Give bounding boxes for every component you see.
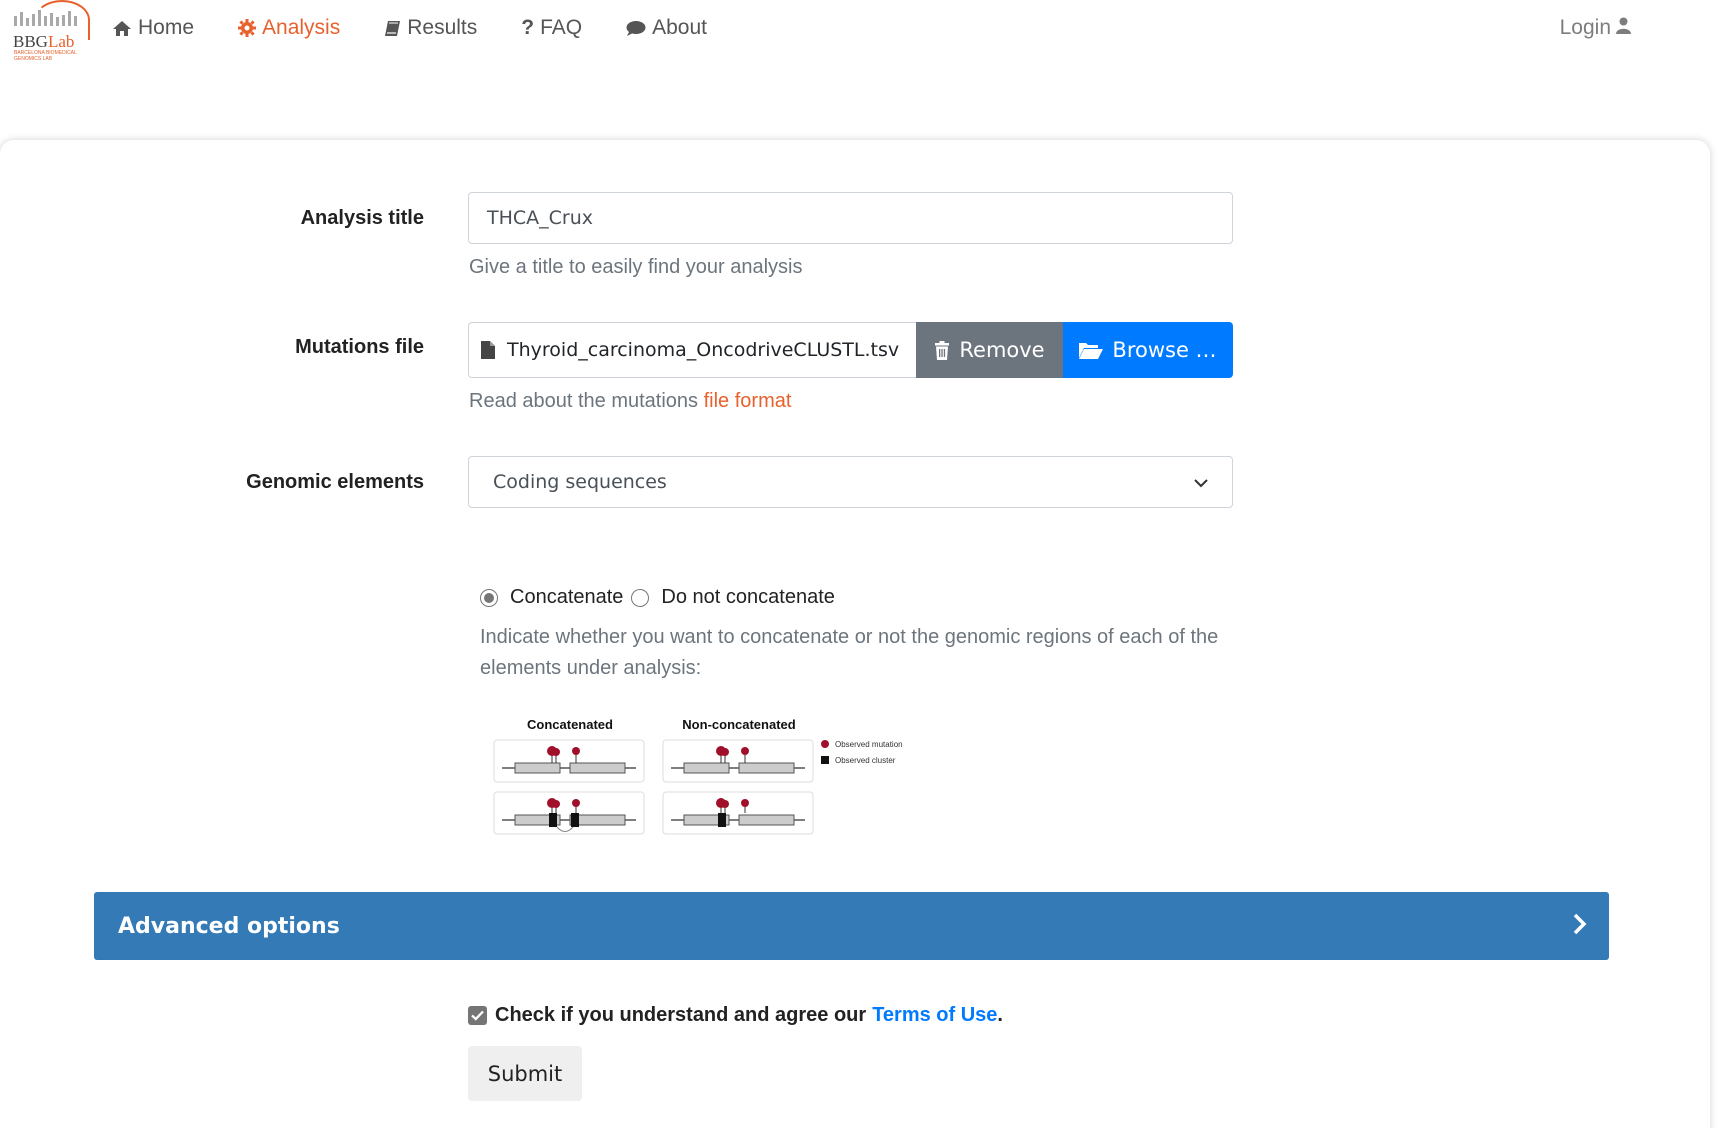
do-not-concatenate-radio[interactable]	[631, 588, 650, 607]
analysis-title-input[interactable]: THCA_Crux	[468, 192, 1233, 244]
legend-mutation-marker	[821, 740, 829, 748]
question-icon: ?	[521, 16, 535, 39]
nav-item-label: Home	[138, 16, 195, 39]
mutations-file-name: Thyroid_carcinoma_OncodriveCLUSTL.tsv	[507, 339, 900, 361]
mutations-file-label: Mutations file	[295, 336, 424, 358]
genomic-elements-select[interactable]: Coding sequences	[468, 456, 1233, 508]
browse-file-button[interactable]: Browse …	[1063, 322, 1233, 378]
nav-item-home[interactable]: Home	[112, 16, 194, 40]
mutations-file-field[interactable]: Thyroid_carcinoma_OncodriveCLUSTL.tsv	[468, 322, 916, 378]
nav-item-label: Results	[407, 16, 478, 39]
trash-icon	[934, 340, 950, 360]
file-format-link[interactable]: file format	[704, 390, 792, 412]
analysis-title-help: Give a title to easily find your analysi…	[469, 256, 803, 278]
gear-icon	[238, 19, 257, 37]
advanced-options-toggle[interactable]: Advanced options	[94, 892, 1609, 960]
terms-row: Check if you understand and agree our Te…	[468, 1004, 1003, 1027]
diagram-title-non-concatenated: Non-concatenated	[682, 717, 795, 732]
login-label: Login	[1559, 16, 1611, 39]
home-icon	[112, 20, 132, 37]
legend-mutation-label: Observed mutation	[835, 740, 903, 749]
do-not-concatenate-label: Do not concatenate	[661, 586, 835, 608]
diagram-title-concatenated: Concatenated	[527, 717, 613, 732]
browse-button-label: Browse …	[1112, 338, 1217, 362]
submit-button[interactable]: Submit	[468, 1046, 582, 1101]
book-icon	[384, 20, 401, 37]
file-icon	[481, 341, 495, 359]
nav-menu: Home Analysis Results ? FAQ About	[112, 16, 751, 40]
remove-file-button[interactable]: Remove	[916, 322, 1063, 378]
mutations-help-text: Read about the mutations	[469, 390, 699, 412]
login-link[interactable]: Login	[1560, 16, 1631, 40]
nav-item-analysis[interactable]: Analysis	[238, 16, 340, 40]
legend-cluster-marker	[821, 756, 829, 764]
navbar: BBGLab BARCELONA BIOMEDICAL GENOMICS LAB…	[0, 0, 1723, 64]
chevron-right-icon	[1573, 913, 1587, 940]
nav-item-results[interactable]: Results	[384, 16, 477, 40]
comment-icon	[626, 20, 646, 37]
concatenate-help: Indicate whether you want to concatenate…	[480, 626, 1219, 679]
concatenate-label: Concatenate	[510, 586, 624, 608]
nav-item-label: Analysis	[262, 16, 341, 39]
terms-checkbox[interactable]	[468, 1006, 487, 1025]
folder-open-icon	[1079, 341, 1104, 359]
terms-text: Check if you understand and agree our	[495, 1004, 867, 1026]
chevron-down-icon	[1194, 471, 1208, 493]
remove-button-label: Remove	[959, 338, 1045, 362]
bbglab-logo[interactable]: BBGLab BARCELONA BIOMEDICAL GENOMICS LAB	[10, 0, 90, 64]
concatenate-radio[interactable]	[480, 588, 498, 607]
concatenation-diagram: Concatenated Non-concatenated Observed m…	[493, 717, 903, 835]
nav-item-faq[interactable]: ? FAQ	[521, 16, 582, 40]
nav-item-label: About	[652, 16, 707, 39]
analysis-title-label: Analysis title	[300, 207, 424, 229]
terms-of-use-link[interactable]: Terms of Use	[872, 1004, 997, 1027]
logo-subtitle: BARCELONA BIOMEDICAL GENOMICS LAB	[14, 50, 77, 62]
nav-item-label: FAQ	[540, 16, 583, 39]
mutations-file-group: Thyroid_carcinoma_OncodriveCLUSTL.tsv Re…	[468, 322, 1233, 378]
mutations-file-help: Read about the mutations file format	[469, 390, 791, 413]
logo-text: BBGLab	[13, 32, 75, 51]
concatenate-radio-group: Concatenate Do not concatenate	[480, 586, 843, 609]
legend-cluster-label: Observed cluster	[835, 756, 896, 765]
user-icon	[1616, 16, 1631, 40]
nav-item-about[interactable]: About	[626, 16, 707, 40]
advanced-options-title: Advanced options	[118, 913, 340, 939]
genomic-elements-value: Coding sequences	[493, 471, 667, 493]
terms-end: .	[997, 1004, 1003, 1026]
genomic-elements-label: Genomic elements	[246, 471, 424, 493]
